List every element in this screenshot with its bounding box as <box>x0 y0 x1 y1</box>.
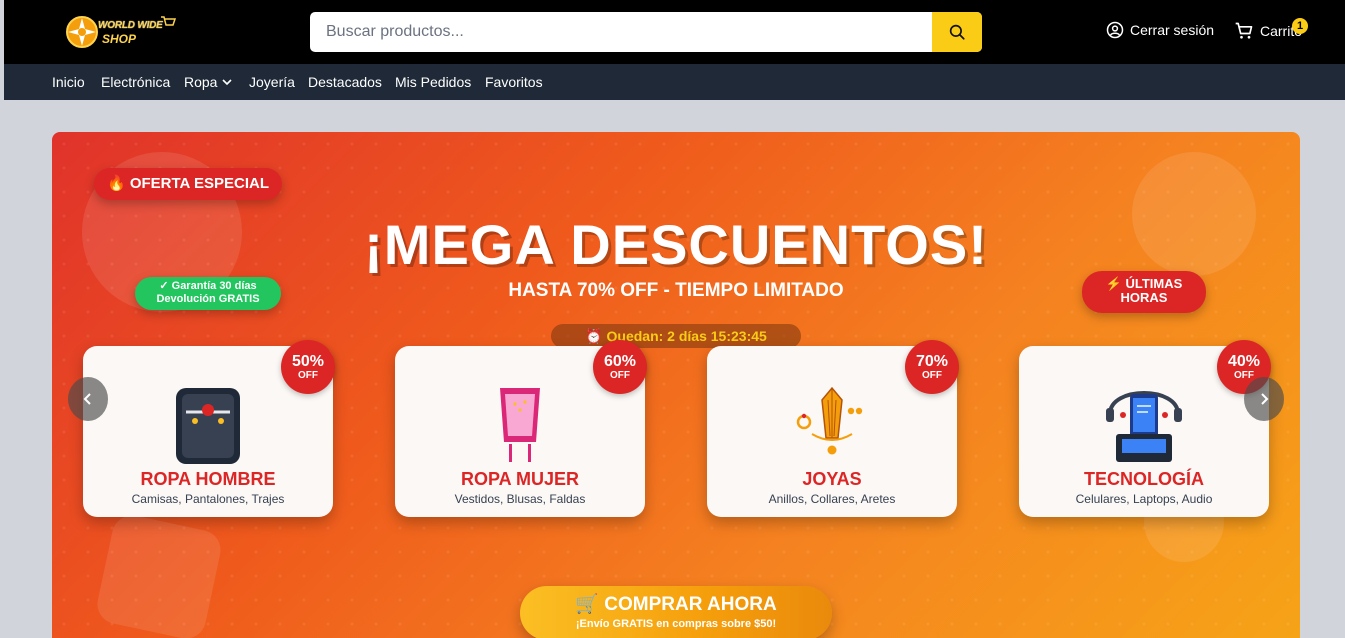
logout-link[interactable]: Cerrar sesión <box>1106 21 1214 39</box>
banner-subheadline: HASTA 70% OFF - TIEMPO LIMITADO <box>508 280 844 301</box>
countdown-timer: ⏰ Quedan: 2 días 15:23:45 <box>551 324 801 348</box>
category-card-women[interactable]: 60% OFF ROPA MUJER Vestidos, Blusas, Fal… <box>395 340 647 517</box>
jewelry-icon <box>796 386 863 455</box>
special-offer-badge: 🔥 OFERTA ESPECIAL <box>94 168 282 200</box>
logo-cart-icon <box>161 16 176 26</box>
alarm-clock-icon: ⏰ <box>585 328 603 344</box>
logo-text-top: WORLD WIDE <box>98 20 163 31</box>
card-subtitle: Camisas, Pantalones, Trajes <box>131 492 285 506</box>
search-input[interactable] <box>310 12 932 52</box>
search-button[interactable] <box>932 12 982 52</box>
nav-item-ropa-label: Ropa <box>184 74 218 90</box>
decor-square <box>93 511 225 638</box>
free-shipping-text: ¡Envío GRATIS en compras sobre $50! <box>575 618 777 630</box>
discount-badge: 50% OFF <box>281 340 335 394</box>
discount-badge: 70% OFF <box>905 340 959 394</box>
card-title: TECNOLOGÍA <box>1084 469 1204 489</box>
card-subtitle: Celulares, Laptops, Audio <box>1075 492 1213 506</box>
chevron-right-icon <box>1261 393 1269 405</box>
card-subtitle: Vestidos, Blusas, Faldas <box>454 492 586 506</box>
discount-percent: 40% <box>1227 353 1261 370</box>
carousel-prev-button[interactable] <box>68 377 108 421</box>
logo[interactable]: WORLD WIDE SHOP <box>62 14 182 50</box>
nav-item-destacados[interactable]: Destacados <box>308 74 382 90</box>
carousel-next-button[interactable] <box>1244 377 1284 421</box>
logout-label: Cerrar sesión <box>1130 22 1215 38</box>
nav-item-mis-pedidos[interactable]: Mis Pedidos <box>395 74 471 90</box>
special-offer-label: OFERTA ESPECIAL <box>129 175 270 192</box>
globe-icon <box>66 16 98 48</box>
shopping-cart-icon: 🛒 <box>575 594 599 615</box>
category-card-technology[interactable]: 40% OFF TECNOLOGÍA Celulares, Laptops, A… <box>1019 340 1271 517</box>
nav-item-favoritos[interactable]: Favoritos <box>485 74 543 90</box>
search-icon <box>949 24 965 40</box>
discount-off: OFF <box>922 370 942 381</box>
chevron-down-icon <box>222 79 233 86</box>
discount-off: OFF <box>610 370 630 381</box>
card-title: ROPA MUJER <box>460 469 579 489</box>
buy-now-button[interactable]: 🛒 COMPRAR AHORA ¡Envío GRATIS en compras… <box>520 586 832 638</box>
card-title: JOYAS <box>802 469 862 489</box>
discount-off: OFF <box>298 370 318 381</box>
buy-now-label: COMPRAR AHORA <box>604 594 777 615</box>
fire-icon: 🔥 <box>106 175 126 192</box>
nav-item-joyeria[interactable]: Joyería <box>249 74 295 90</box>
cart-icon <box>1235 22 1253 39</box>
card-title: ROPA HOMBRE <box>140 469 276 489</box>
user-icon <box>1106 21 1124 39</box>
discount-percent: 60% <box>603 353 637 370</box>
women-clothing-icon <box>500 388 540 462</box>
discount-badge: 60% OFF <box>593 340 647 394</box>
banner-headline: ¡MEGA DESCUENTOS! <box>364 213 988 276</box>
nav-item-inicio[interactable]: Inicio <box>52 74 85 90</box>
search-bar <box>310 12 982 52</box>
men-clothing-icon <box>176 388 240 464</box>
promo-banner: 🔥 OFERTA ESPECIAL ✓ Garantía 30 días Dev… <box>52 132 1300 638</box>
logo-text-bottom: SHOP <box>102 32 137 46</box>
top-header: WORLD WIDE SHOP Cerrar sesión Carrito <box>4 0 1345 64</box>
technology-icon <box>1106 391 1182 462</box>
category-card-men[interactable]: 50% OFF ROPA HOMBRE Camisas, Pantalones,… <box>83 340 335 517</box>
cart-count-badge: 1 <box>1292 18 1308 34</box>
chevron-left-icon <box>83 393 91 405</box>
discount-percent: 50% <box>291 353 325 370</box>
nav-item-ropa[interactable]: Ropa <box>184 74 233 90</box>
main-nav: Inicio Electrónica Ropa Joyería Destacad… <box>4 64 1345 100</box>
nav-item-electronica[interactable]: Electrónica <box>101 74 170 90</box>
card-subtitle: Anillos, Collares, Aretes <box>768 492 896 506</box>
category-card-jewelry[interactable]: 70% OFF JOYAS Anillos, Collares, Aretes <box>707 340 959 517</box>
discount-percent: 70% <box>915 353 949 370</box>
